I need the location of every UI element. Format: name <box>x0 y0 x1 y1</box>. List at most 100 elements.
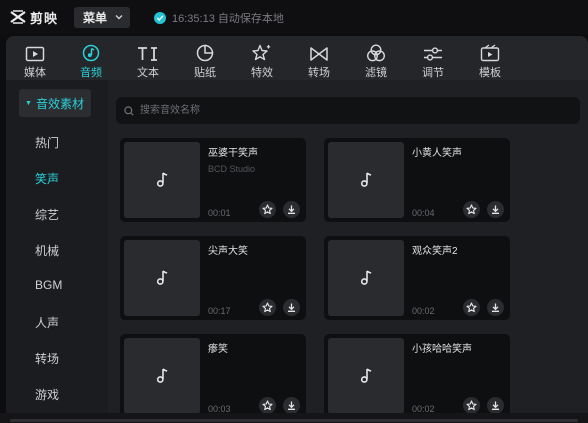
favorite-star-icon[interactable] <box>463 299 480 316</box>
sound-thumbnail[interactable] <box>124 240 200 316</box>
autosave-text: 16:35:13 自动保存本地 <box>172 13 284 25</box>
triangle-down-icon: ▼ <box>25 99 32 107</box>
sound-name: 尖声大笑 <box>208 246 248 257</box>
category-sidebar: ▼ 音效素材 热门 笑声 综艺 机械 BGM 人声 转场 游戏 <box>6 80 108 413</box>
bottom-divider <box>0 413 588 423</box>
sound-duration: 00:02 <box>412 306 435 316</box>
search-input[interactable] <box>138 104 562 117</box>
scrollbar[interactable] <box>584 80 588 413</box>
sound-card[interactable]: 瘆笑 00:03 <box>120 334 306 413</box>
sound-duration: 00:17 <box>208 306 231 316</box>
tab-transition[interactable]: 转场 <box>291 36 347 80</box>
sidebar-item-mechanical[interactable]: 机械 <box>35 242 59 259</box>
material-panel: 媒体 音频 文本 贴纸 特效 转场 滤镜 调节 模板 ▼ 音效素材 热门 笑声 … <box>6 36 588 413</box>
music-note-icon <box>360 368 372 383</box>
sticker-icon <box>196 40 214 62</box>
search-icon <box>124 105 134 116</box>
sound-artist: BCD Studio <box>208 164 256 174</box>
sound-card[interactable]: 观众笑声2 00:02 <box>324 236 510 320</box>
sound-thumbnail[interactable] <box>328 142 404 218</box>
sidebar-item-voice[interactable]: 人声 <box>35 314 59 331</box>
search-bar <box>116 97 580 124</box>
music-note-icon <box>360 270 372 285</box>
sound-name: 小孩哈哈笑声 <box>412 344 472 355</box>
sidebar-item-bgm[interactable]: BGM <box>35 278 62 292</box>
text-icon <box>137 40 159 62</box>
sound-effects-header[interactable]: ▼ 音效素材 <box>19 89 91 117</box>
download-icon[interactable] <box>283 201 300 218</box>
sound-duration: 00:01 <box>208 208 231 218</box>
filter-icon <box>366 40 386 62</box>
favorite-star-icon[interactable] <box>463 397 480 413</box>
sound-card[interactable]: 小黄人笑声 00:04 <box>324 138 510 222</box>
tab-label: 贴纸 <box>194 67 216 79</box>
resize-handle[interactable] <box>10 419 578 422</box>
sidebar-item-laughter[interactable]: 笑声 <box>35 170 59 187</box>
adjust-icon <box>423 40 443 62</box>
app-name: 剪映 <box>30 10 59 26</box>
tab-label: 模板 <box>479 67 501 79</box>
sound-name: 巫婆干笑声 <box>208 148 258 159</box>
sound-card[interactable]: 尖声大笑 00:17 <box>120 236 306 320</box>
sidebar-item-variety[interactable]: 综艺 <box>35 206 59 223</box>
tab-filter[interactable]: 滤镜 <box>348 36 404 80</box>
sound-duration: 00:03 <box>208 404 231 413</box>
tab-sticker[interactable]: 贴纸 <box>177 36 233 80</box>
music-note-icon <box>156 368 168 383</box>
download-icon[interactable] <box>487 299 504 316</box>
sound-card[interactable]: 小孩哈哈笑声 00:02 <box>324 334 510 413</box>
tab-text[interactable]: 文本 <box>120 36 176 80</box>
music-note-icon <box>360 172 372 187</box>
sound-name: 小黄人笑声 <box>412 148 462 159</box>
autosave-status: 16:35:13 自动保存本地 <box>154 10 284 26</box>
effects-icon <box>252 40 272 62</box>
download-icon[interactable] <box>487 201 504 218</box>
favorite-star-icon[interactable] <box>259 201 276 218</box>
menu-button[interactable]: 菜单 <box>74 7 130 28</box>
transition-icon <box>309 40 329 62</box>
music-note-icon <box>156 270 168 285</box>
sound-name: 观众笑声2 <box>412 246 458 257</box>
sound-thumbnail[interactable] <box>328 240 404 316</box>
favorite-star-icon[interactable] <box>259 299 276 316</box>
tab-label: 滤镜 <box>365 67 387 79</box>
sound-thumbnail[interactable] <box>328 338 404 413</box>
media-icon <box>25 40 45 62</box>
menu-button-label: 菜单 <box>83 11 108 25</box>
sound-card[interactable]: 巫婆干笑声 BCD Studio 00:01 <box>120 138 306 222</box>
sidebar-item-transition[interactable]: 转场 <box>35 350 59 367</box>
tab-label: 音频 <box>80 67 102 79</box>
download-icon[interactable] <box>487 397 504 413</box>
category-toolbar: 媒体 音频 文本 贴纸 特效 转场 滤镜 调节 模板 <box>6 36 588 80</box>
sound-duration: 00:02 <box>412 404 435 413</box>
tab-effects[interactable]: 特效 <box>234 36 290 80</box>
sidebar-item-game[interactable]: 游戏 <box>35 386 59 403</box>
tab-audio[interactable]: 音频 <box>63 36 119 80</box>
tab-label: 特效 <box>251 67 273 79</box>
favorite-star-icon[interactable] <box>259 397 276 413</box>
download-icon[interactable] <box>283 397 300 413</box>
sound-effects-header-label: 音效素材 <box>35 96 84 111</box>
tab-label: 转场 <box>308 67 330 79</box>
sound-thumbnail[interactable] <box>124 338 200 413</box>
chevron-down-icon <box>114 11 124 26</box>
sound-duration: 00:04 <box>412 208 435 218</box>
tab-label: 调节 <box>422 67 444 79</box>
title-bar: 剪映 菜单 16:35:13 自动保存本地 <box>0 0 588 34</box>
sound-name: 瘆笑 <box>208 344 228 355</box>
tab-label: 媒体 <box>24 67 46 79</box>
tab-label: 文本 <box>137 67 159 79</box>
tab-media[interactable]: 媒体 <box>7 36 63 80</box>
audio-icon <box>82 40 100 62</box>
tab-template[interactable]: 模板 <box>462 36 518 80</box>
template-icon <box>480 40 500 62</box>
download-icon[interactable] <box>283 299 300 316</box>
sound-list-area: 巫婆干笑声 BCD Studio 00:01 小黄人笑声 00:04 尖声大笑 … <box>108 80 588 413</box>
favorite-star-icon[interactable] <box>463 201 480 218</box>
sidebar-item-hot[interactable]: 热门 <box>35 134 59 151</box>
tab-adjust[interactable]: 调节 <box>405 36 461 80</box>
check-icon <box>154 12 166 24</box>
app-logo: 剪映 <box>9 8 58 26</box>
sound-thumbnail[interactable] <box>124 142 200 218</box>
capcut-logo-icon <box>9 8 27 26</box>
